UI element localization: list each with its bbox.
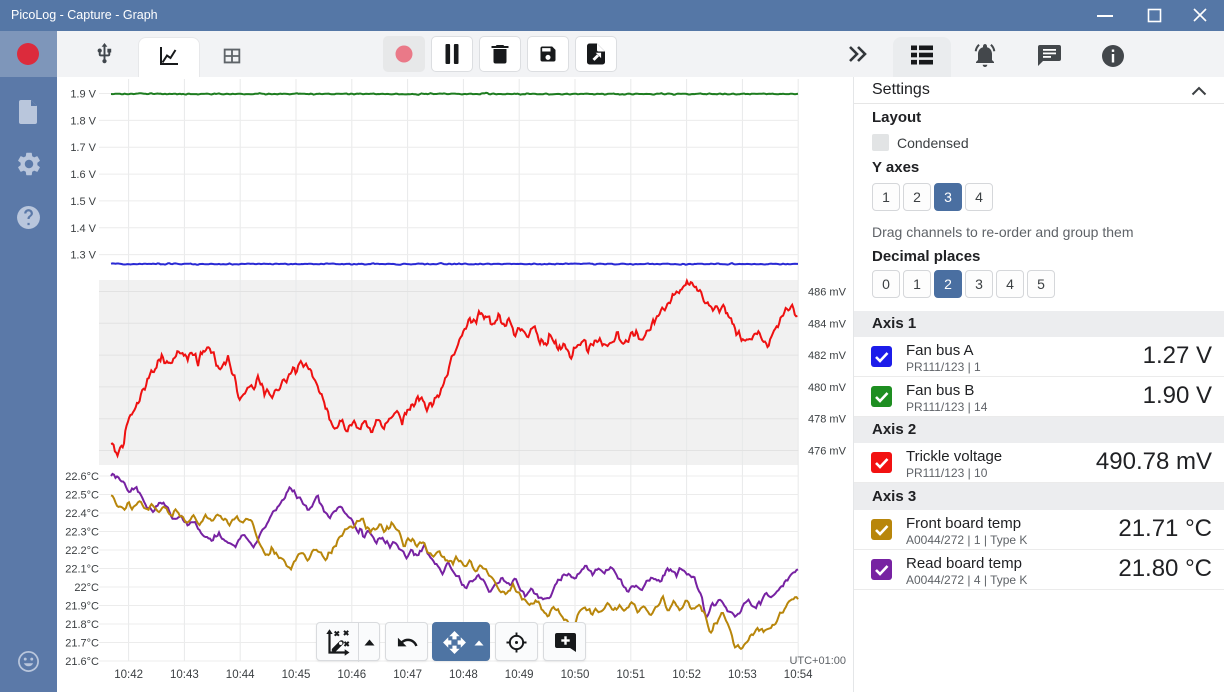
svg-text:480 mV: 480 mV xyxy=(808,382,847,394)
svg-text:1.3 V: 1.3 V xyxy=(70,250,96,262)
svg-text:10:49: 10:49 xyxy=(505,669,534,681)
svg-text:478 mV: 478 mV xyxy=(808,414,847,426)
svg-text:UTC+01:00: UTC+01:00 xyxy=(789,655,846,667)
svg-text:10:53: 10:53 xyxy=(728,669,757,681)
svg-text:22.1°C: 22.1°C xyxy=(65,564,99,576)
svg-text:10:50: 10:50 xyxy=(561,669,590,681)
svg-text:10:42: 10:42 xyxy=(114,669,143,681)
svg-text:10:52: 10:52 xyxy=(672,669,701,681)
svg-text:482 mV: 482 mV xyxy=(808,350,847,362)
svg-text:10:48: 10:48 xyxy=(449,669,478,681)
svg-text:21.9°C: 21.9°C xyxy=(65,601,99,613)
svg-text:21.8°C: 21.8°C xyxy=(65,619,99,631)
svg-text:22.6°C: 22.6°C xyxy=(65,471,99,483)
svg-text:22.4°C: 22.4°C xyxy=(65,508,99,520)
svg-text:1.6 V: 1.6 V xyxy=(70,169,96,181)
svg-text:21.6°C: 21.6°C xyxy=(65,656,99,668)
svg-text:486 mV: 486 mV xyxy=(808,287,847,299)
svg-text:10:46: 10:46 xyxy=(337,669,366,681)
svg-text:1.9 V: 1.9 V xyxy=(70,89,96,101)
svg-text:10:54: 10:54 xyxy=(784,669,813,681)
svg-text:10:44: 10:44 xyxy=(226,669,255,681)
svg-text:10:43: 10:43 xyxy=(170,669,199,681)
svg-text:1.5 V: 1.5 V xyxy=(70,196,96,208)
svg-text:21.7°C: 21.7°C xyxy=(65,638,99,650)
svg-text:1.7 V: 1.7 V xyxy=(70,142,96,154)
svg-text:22.3°C: 22.3°C xyxy=(65,527,99,539)
svg-text:10:45: 10:45 xyxy=(282,669,311,681)
svg-text:476 mV: 476 mV xyxy=(808,446,847,458)
svg-text:484 mV: 484 mV xyxy=(808,318,847,330)
svg-text:22.5°C: 22.5°C xyxy=(65,490,99,502)
svg-text:22°C: 22°C xyxy=(74,582,99,594)
svg-text:10:47: 10:47 xyxy=(393,669,422,681)
svg-text:1.4 V: 1.4 V xyxy=(70,223,96,235)
svg-text:1.8 V: 1.8 V xyxy=(70,115,96,127)
svg-text:22.2°C: 22.2°C xyxy=(65,545,99,557)
svg-text:10:51: 10:51 xyxy=(616,669,645,681)
